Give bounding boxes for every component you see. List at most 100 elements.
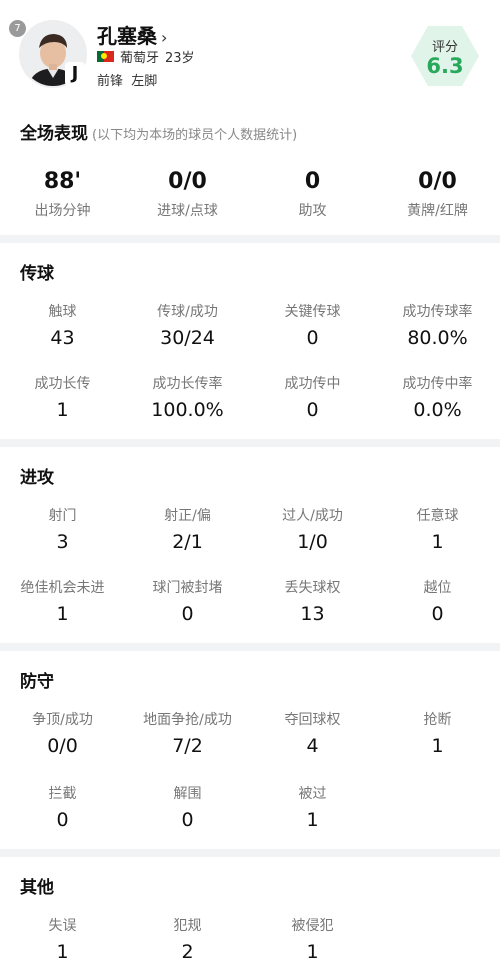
stat-value: 0 [431,603,444,625]
passing-row-1: 触球 43 传球/成功 30/24 关键传球 0 成功传球率 80.0% [0,301,500,349]
portugal-flag-icon [97,51,114,62]
stat-free-kicks: 任意球 1 [375,505,500,553]
stat-shots: 射门 3 [0,505,125,553]
stat-offsides: 越位 0 [375,577,500,625]
section-divider [0,643,500,651]
stat-errors: 失误 1 [0,915,125,963]
stat-label: 任意球 [416,508,459,524]
defense-title: 防守 [20,672,54,692]
stat-label: 越位 [423,580,452,596]
stat-value: 0 [56,809,69,831]
stat-value: 0 [181,603,194,625]
stat-label: 成功长传率 [152,376,223,392]
player-name-link[interactable]: 孔塞桑 › [97,20,167,49]
stat-dribbles: 过人/成功 1/0 [250,505,375,553]
stat-label: 触球 [48,304,77,320]
stat-value: 13 [300,603,325,625]
club-crest-icon: J [65,62,85,86]
stat-value: 0 [306,327,319,349]
preferred-foot: 左脚 [131,74,158,89]
age: 23岁 [165,51,195,66]
stat-label: 过人/成功 [282,508,343,524]
section-divider [0,235,500,243]
rating-value: 6.3 [426,54,464,78]
stat-label: 成功长传 [34,376,91,392]
stat-long-balls: 成功长传 1 [0,373,125,421]
stat-label: 助攻 [298,203,327,219]
stat-value: 0 [304,169,321,194]
passing-row-2: 成功长传 1 成功长传率 100.0% 成功传中 0 成功传中率 0.0% [0,373,500,421]
other-title: 其他 [20,878,54,898]
stat-clearances: 解围 0 [125,783,250,831]
stat-value: 0/0 [418,169,457,194]
stat-value: 43 [50,327,75,349]
stat-touches: 触球 43 [0,301,125,349]
stat-goals: 0/0 进球/点球 [125,169,250,220]
stat-label: 成功传中 [284,376,341,392]
overview-stats: 88' 出场分钟 0/0 进球/点球 0 助攻 0/0 黄牌/红牌 [0,169,500,220]
nationality: 葡萄牙 [120,51,160,66]
rating-label: 评分 [431,40,458,55]
stat-value: 1 [56,941,69,963]
stat-value: 1 [306,941,319,963]
attack-row-1: 射门 3 射正/偏 2/1 过人/成功 1/0 任意球 1 [0,505,500,553]
shirt-number-badge: 7 [9,20,26,37]
attack-row-2: 绝佳机会未进 1 球门被封堵 0 丢失球权 13 越位 0 [0,577,500,625]
stat-label: 丢失球权 [284,580,341,596]
passing-title: 传球 [20,264,54,284]
stat-minutes: 88' 出场分钟 [0,169,125,220]
overview-title: 全场表现 [20,124,88,144]
stat-cross-rate: 成功传中率 0.0% [375,373,500,421]
stat-label: 解围 [173,786,202,802]
other-row-1: 失误 1 犯规 2 被侵犯 1 [0,915,500,963]
other-section: 其他 失误 1 犯规 2 被侵犯 1 [0,857,500,978]
section-divider [0,849,500,857]
stat-value: 0/0 [168,169,207,194]
stat-label: 被侵犯 [291,918,334,934]
player-name: 孔塞桑 [97,24,157,48]
attack-title: 进攻 [20,468,54,488]
stat-value: 0 [181,809,194,831]
player-role-row: 前锋 左脚 [97,70,157,89]
stat-label: 成功传球率 [402,304,473,320]
stat-label: 关键传球 [284,304,341,320]
section-title: 全场表现 (以下均为本场的球员个人数据统计) [20,119,297,144]
defense-row-2: 拦截 0 解围 0 被过 1 [0,783,500,831]
stat-value: 80.0% [407,327,468,349]
stat-label: 成功传中率 [402,376,473,392]
defense-section: 防守 争顶/成功 0/0 地面争抢/成功 7/2 夺回球权 4 抢断 1 拦截 0 解围 0… [0,651,500,849]
stat-label: 拦截 [48,786,77,802]
stat-value: 30/24 [160,327,215,349]
stat-shots-on-off: 射正/偏 2/1 [125,505,250,553]
stat-fouled: 被侵犯 1 [250,915,375,963]
player-header: 7 J 孔塞桑 › 葡萄牙 23岁 前锋 左脚 评分 6.3 [0,0,500,107]
stat-label: 夺回球权 [284,712,341,728]
defense-row-1: 争顶/成功 0/0 地面争抢/成功 7/2 夺回球权 4 抢断 1 [0,709,500,757]
stat-assists: 0 助攻 [250,169,375,220]
stat-pass-accuracy: 成功传球率 80.0% [375,301,500,349]
stat-value: 4 [306,735,319,757]
stat-label: 抢断 [423,712,452,728]
stat-value: 100.0% [151,399,224,421]
stat-value: 88' [43,169,82,194]
stat-value: 0/0 [47,735,78,757]
section-divider [0,439,500,447]
stat-possession-lost: 丢失球权 13 [250,577,375,625]
stat-shots-blocked: 球门被封堵 0 [125,577,250,625]
stat-value: 0 [306,399,319,421]
stat-ground-duels: 地面争抢/成功 7/2 [125,709,250,757]
stat-label: 失误 [48,918,77,934]
stat-label: 传球/成功 [157,304,218,320]
stat-value: 0.0% [413,399,462,421]
stat-interceptions: 拦截 0 [0,783,125,831]
stat-value: 2/1 [172,531,203,553]
stat-value: 1 [306,809,319,831]
stat-value: 1 [56,399,69,421]
stat-long-ball-rate: 成功长传率 100.0% [125,373,250,421]
stat-aerials: 争顶/成功 0/0 [0,709,125,757]
stat-passes: 传球/成功 30/24 [125,301,250,349]
attack-section: 进攻 射门 3 射正/偏 2/1 过人/成功 1/0 任意球 1 绝佳机会未进 1 球门被… [0,447,500,643]
stat-dribbled-past: 被过 1 [250,783,375,831]
position: 前锋 [97,74,124,89]
stat-value: 2 [181,941,194,963]
